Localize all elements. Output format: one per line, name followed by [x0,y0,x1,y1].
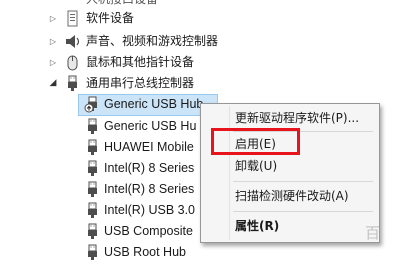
tree-device-row[interactable]: Intel(R) 8 Series [84,179,204,200]
expand-arrow-icon[interactable]: ▷ [48,8,58,29]
tree-category-sound-video[interactable]: ▷ 声音、视频和游戏控制器 [48,31,348,52]
speaker-icon [64,33,81,50]
mouse-icon [64,54,81,71]
tree-device-row[interactable]: USB Root Hub [84,242,224,263]
usb-plug-icon [84,223,101,240]
tree-category-software-devices[interactable]: ▷ 软件设备 [48,8,348,29]
tree-device-label: Intel(R) 8 Series [104,182,195,196]
usb-plug-icon [84,244,101,261]
context-menu: 更新驱动程序软件(P)... 启用(E) 卸载(U) 扫描检测硬件改动(A) 属… [200,103,380,243]
collapse-arrow-icon[interactable]: ◢ [48,73,58,94]
tree-category-label: 声音、视频和游戏控制器 [86,34,219,48]
usb-plug-icon [84,202,101,219]
tree-device-label: USB Composite [104,224,193,238]
tree-category-label: 鼠标和其他指针设备 [86,55,195,69]
menu-item-properties[interactable]: 属性(R) [235,215,279,237]
usb-plug-icon [84,160,101,177]
menu-gutter [229,106,230,240]
annotation-highlight-box [211,128,300,155]
tree-device-label: USB Root Hub [104,245,186,259]
watermark: 百 [365,224,381,242]
tree-device-row[interactable]: USB Composite [84,221,204,242]
usb-plug-icon [84,181,101,198]
tree-device-row[interactable]: Intel(R) 8 Series [84,158,204,179]
menu-separator [233,181,373,182]
menu-item-update-driver[interactable]: 更新驱动程序软件(P)... [235,107,359,129]
usb-hub-icon [84,96,101,113]
tree-category-mouse[interactable]: ▷ 鼠标和其他指针设备 [48,52,348,73]
usb-plug-icon [84,139,101,156]
expand-arrow-icon[interactable]: ▷ [48,52,58,73]
tree-device-label: Intel(R) 8 Series [104,161,195,175]
tree-device-row[interactable]: Generic USB Hu [84,116,204,137]
usb-plug-icon [84,118,101,135]
menu-item-scan-hardware[interactable]: 扫描检测硬件改动(A) [235,185,349,207]
tree-device-label: Generic USB Hu [104,119,197,133]
usb-plug-icon [64,75,81,92]
tree-device-label: Generic USB Hub [104,97,204,111]
tree-device-label: HUAWEI Mobile [104,140,194,154]
tree-category-label: 软件设备 [86,11,135,25]
tree-category-usb-controllers[interactable]: ◢ 通用串行总线控制器 [48,73,348,94]
menu-separator [233,211,373,212]
tree-device-row[interactable]: Intel(R) USB 3.0 [84,200,204,221]
tree-device-label: Intel(R) USB 3.0 [104,203,196,217]
menu-item-uninstall[interactable]: 卸载(U) [235,155,277,177]
tree-category-label: 通用串行总线控制器 [86,76,195,90]
software-device-icon [64,10,81,27]
expand-arrow-icon[interactable]: ▷ [48,31,58,52]
tree-device-row[interactable]: HUAWEI Mobile [84,137,204,158]
